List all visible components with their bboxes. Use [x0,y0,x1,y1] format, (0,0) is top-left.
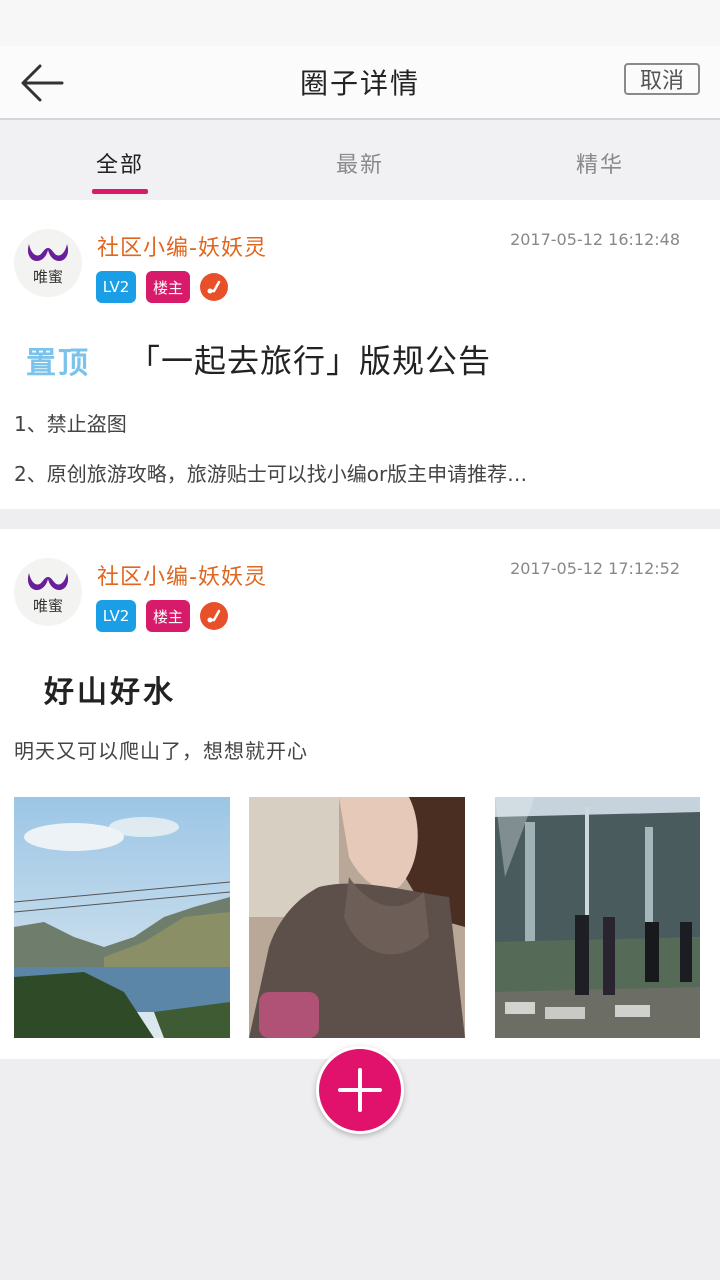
photo-grid [14,797,700,1038]
app-header: 圈子详情 取消 [0,46,720,120]
post-photo-lake[interactable] [14,797,230,1038]
level-badge: LV2 [96,600,136,632]
plus-icon [338,1068,382,1112]
tab-bar: 全部 最新 精华 [0,120,720,200]
author-name[interactable]: 社区小编-妖妖灵 [97,559,267,591]
wei-mi-logo-icon [27,243,69,261]
post-body-line: 1、禁止盗图 [14,412,127,436]
post-photo-selfie[interactable] [249,797,465,1038]
page-title: 圈子详情 [299,67,420,100]
post-timestamp: 2017-05-12 17:12:52 [510,559,680,578]
badge-row: LV2 楼主 [96,271,228,303]
tab-featured[interactable]: 精华 [480,120,720,200]
music-note-icon [200,602,228,630]
avatar-label: 唯蜜 [32,267,63,286]
post-card[interactable]: 唯蜜 社区小编-妖妖灵 2017-05-12 17:12:52 LV2 楼主 好… [0,529,720,1059]
pinned-label: 置顶 [26,346,90,381]
tab-latest[interactable]: 最新 [240,120,480,200]
cancel-button[interactable]: 取消 [624,63,700,95]
avatar[interactable]: 唯蜜 [14,558,82,626]
post-title[interactable]: 好山好水 [44,667,176,711]
badge-row: LV2 楼主 [96,600,228,632]
owner-badge: 楼主 [146,600,190,632]
post-photo-waterfall[interactable] [495,797,700,1038]
avatar[interactable]: 唯蜜 [14,229,82,297]
post-card-pinned[interactable]: 唯蜜 社区小编-妖妖灵 2017-05-12 16:12:48 LV2 楼主 置… [0,200,720,509]
post-body: 明天又可以爬山了，想想就开心 [14,739,308,763]
divider [0,509,720,529]
status-bar-area [0,0,720,46]
avatar-label: 唯蜜 [32,596,63,615]
author-name[interactable]: 社区小编-妖妖灵 [97,230,267,262]
level-badge: LV2 [96,271,136,303]
post-timestamp: 2017-05-12 16:12:48 [510,230,680,249]
owner-badge: 楼主 [146,271,190,303]
create-post-button[interactable] [316,1046,404,1134]
music-note-icon [200,273,228,301]
post-title[interactable]: 「一起去旅行」版规公告 [128,336,491,382]
post-body-line: 2、原创旅游攻略，旅游贴士可以找小编or版主申请推荐… [14,462,528,486]
tab-all[interactable]: 全部 [0,120,240,200]
wei-mi-logo-icon [27,572,69,590]
